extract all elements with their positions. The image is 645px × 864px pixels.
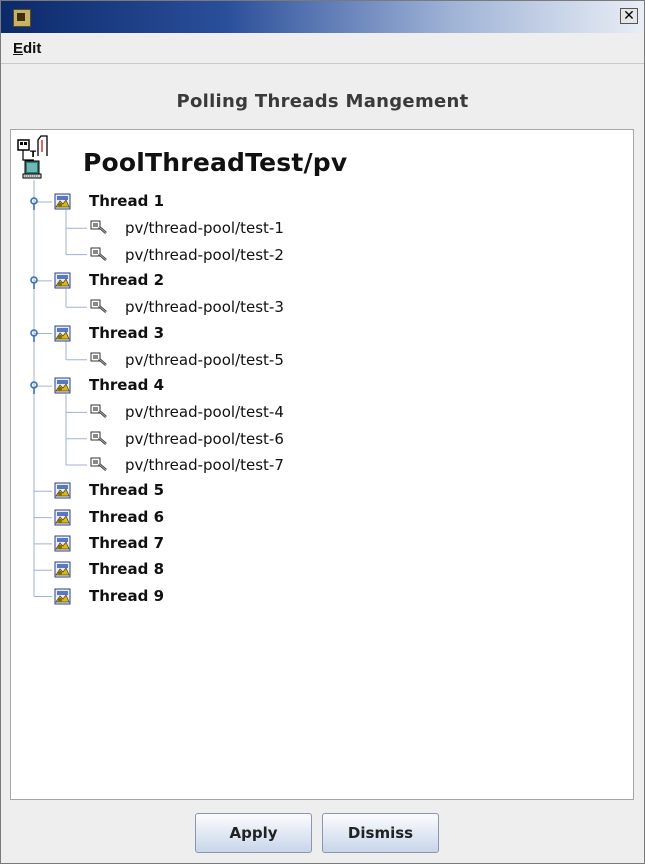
menu-bar: Edit xyxy=(1,33,644,64)
menu-edit-label: dit xyxy=(23,40,42,57)
device-node-label[interactable]: pv/thread-pool/test-5 xyxy=(125,351,284,369)
thread-node-label[interactable]: Thread 6 xyxy=(89,508,164,526)
expand-handle-icon[interactable] xyxy=(29,196,39,210)
device-node-label[interactable]: pv/thread-pool/test-1 xyxy=(125,219,284,237)
thread-icon xyxy=(54,535,71,552)
thread-icon xyxy=(54,272,71,289)
device-icon xyxy=(90,430,108,446)
device-icon xyxy=(90,298,108,314)
server-terminal-icon: T xyxy=(17,135,48,179)
app-icon xyxy=(13,9,31,27)
thread-node-label[interactable]: Thread 5 xyxy=(89,481,164,499)
device-node-label[interactable]: pv/thread-pool/test-6 xyxy=(125,430,284,448)
svg-text:T: T xyxy=(30,150,37,160)
thread-icon xyxy=(54,561,71,578)
apply-button[interactable]: Apply xyxy=(195,813,312,853)
thread-tree[interactable]: T PoolThreadTest/pv Thread 1 pv/thread-po… xyxy=(10,129,634,800)
thread-icon xyxy=(54,482,71,499)
expand-handle-icon[interactable] xyxy=(29,275,39,289)
expand-handle-icon[interactable] xyxy=(29,380,39,395)
thread-node-label[interactable]: Thread 3 xyxy=(89,324,164,342)
device-icon xyxy=(90,219,108,235)
close-button[interactable]: ✕ xyxy=(620,8,638,24)
title-bar[interactable]: ✕ xyxy=(1,1,644,33)
expand-handle-icon[interactable] xyxy=(29,328,39,342)
thread-icon xyxy=(54,193,71,210)
device-icon xyxy=(90,351,108,367)
thread-node-label[interactable]: Thread 9 xyxy=(89,587,164,605)
thread-node-label[interactable]: Thread 7 xyxy=(89,534,164,552)
thread-node-label[interactable]: Thread 8 xyxy=(89,560,164,578)
panel-title: Polling Threads Mangement xyxy=(176,91,469,112)
polling-threads-window: ✕ Edit Polling Threads Mangement T PoolT… xyxy=(0,0,645,864)
thread-node-label[interactable]: Thread 1 xyxy=(89,192,164,210)
thread-icon xyxy=(54,377,71,394)
thread-node-label[interactable]: Thread 4 xyxy=(89,376,164,394)
button-bar: Apply Dismiss xyxy=(1,801,644,863)
tree-root-label[interactable]: PoolThreadTest/pv xyxy=(83,148,347,177)
thread-node-label[interactable]: Thread 2 xyxy=(89,271,164,289)
device-icon xyxy=(90,246,108,262)
device-node-label[interactable]: pv/thread-pool/test-7 xyxy=(125,456,284,474)
device-node-label[interactable]: pv/thread-pool/test-3 xyxy=(125,298,284,316)
thread-icon xyxy=(54,325,71,342)
dismiss-button[interactable]: Dismiss xyxy=(322,813,439,853)
device-node-label[interactable]: pv/thread-pool/test-2 xyxy=(125,246,284,264)
device-node-label[interactable]: pv/thread-pool/test-4 xyxy=(125,403,284,421)
menu-edit[interactable]: Edit xyxy=(13,40,41,57)
device-icon xyxy=(90,403,108,419)
device-icon xyxy=(90,456,108,472)
thread-icon xyxy=(54,588,71,605)
thread-icon xyxy=(54,509,71,526)
menu-edit-mnemonic: E xyxy=(13,40,24,57)
